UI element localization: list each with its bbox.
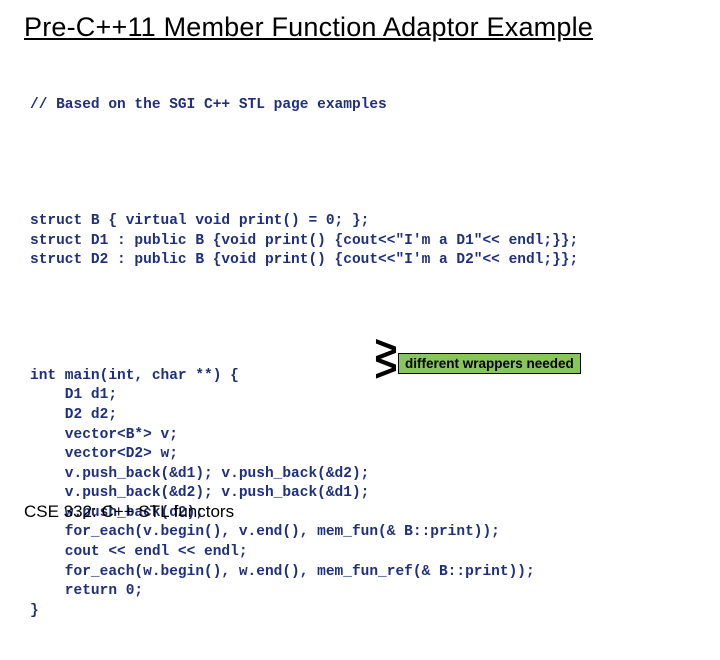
- code-main: int main(int, char **) { D1 d1; D2 d2; v…: [30, 367, 696, 621]
- callout: >> different wrappers needed: [374, 345, 581, 381]
- code-structs: struct B { virtual void print() = 0; }; …: [30, 212, 696, 271]
- callout-arrow-icon: >>: [374, 345, 394, 381]
- callout-box: different wrappers needed: [398, 353, 581, 374]
- slide-title: Pre-C++11 Member Function Adaptor Exampl…: [24, 12, 696, 43]
- code-block: // Based on the SGI C++ STL page example…: [30, 57, 696, 660]
- code-comment: // Based on the SGI C++ STL page example…: [30, 96, 696, 116]
- footer-text: CSE 332: C++ STL functors: [24, 502, 234, 522]
